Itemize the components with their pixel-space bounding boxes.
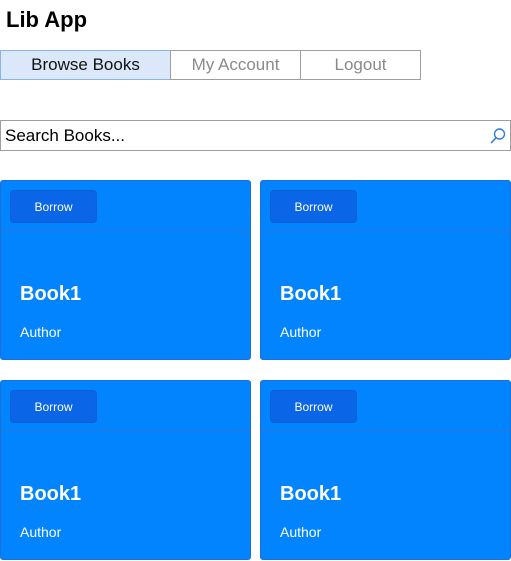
borrow-button[interactable]: Borrow [10,190,97,223]
book-card: Borrow Book1 Author [0,180,251,360]
book-title: Book1 [280,283,342,305]
book-card-header: Borrow [1,381,250,431]
borrow-button[interactable]: Borrow [270,390,357,423]
book-card: Borrow Book1 Author [0,380,251,560]
search-icon[interactable] [486,121,510,150]
book-card-header: Borrow [261,381,510,431]
book-title: Book1 [280,483,342,505]
tab-browse-books[interactable]: Browse Books [0,50,171,80]
book-card-header: Borrow [261,181,510,231]
book-author: Author [280,524,322,540]
book-card: Borrow Book1 Author [260,180,511,360]
main-nav: Browse Books My Account Logout [0,50,421,80]
book-title: Book1 [20,483,82,505]
book-author: Author [280,324,322,340]
search-bar [0,120,511,151]
tab-my-account[interactable]: My Account [170,50,301,80]
app-title: Lib App [6,7,88,32]
borrow-button[interactable]: Borrow [10,390,97,423]
search-input[interactable] [1,121,486,150]
borrow-button[interactable]: Borrow [270,190,357,223]
book-author: Author [20,324,62,340]
book-author: Author [20,524,62,540]
book-title: Book1 [20,283,82,305]
tab-logout[interactable]: Logout [300,50,421,80]
book-card: Borrow Book1 Author [260,380,511,560]
book-card-header: Borrow [1,181,250,231]
